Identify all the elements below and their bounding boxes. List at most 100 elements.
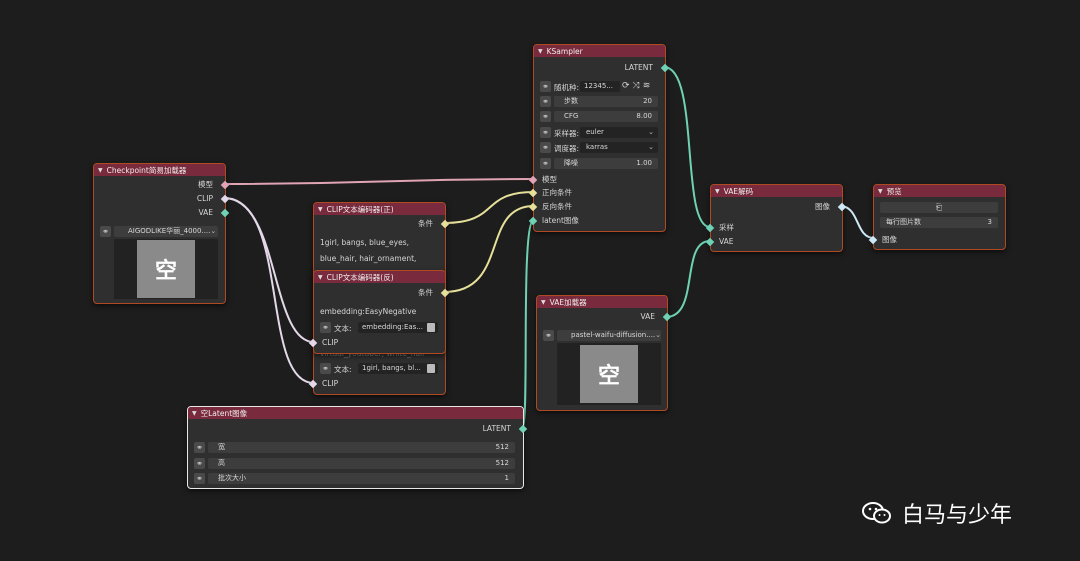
batch-size-field[interactable]: 批次大小 1 [208, 473, 515, 484]
output-conditioning-socket[interactable] [440, 219, 450, 229]
input-negative-socket[interactable] [528, 202, 538, 212]
height-field[interactable]: 高 512 [208, 458, 515, 469]
output-latent-socket[interactable] [660, 63, 670, 73]
link-icon[interactable]: ⚭ [543, 330, 554, 341]
link-icon[interactable]: ⚭ [194, 458, 205, 469]
input-samples-socket[interactable] [705, 223, 715, 233]
input-image-label: 图像 [882, 235, 897, 244]
chevron-down-icon: ⌄ [648, 128, 654, 136]
sampler-value: euler [586, 128, 604, 136]
collapse-chevron-icon[interactable]: ▼ [318, 206, 323, 213]
output-vae-socket[interactable] [220, 208, 230, 218]
checkpoint-loader-node[interactable]: ▼ Checkpoint简易加载器 模型 CLIP VAE ⚭ AIGODLIKE… [93, 163, 230, 304]
node-editor-canvas[interactable]: ▼ Checkpoint简易加载器 模型 CLIP VAE ⚭ AIGODLIKE… [0, 0, 1080, 561]
link-icon[interactable]: ⚭ [540, 142, 551, 153]
scheduler-select[interactable]: karras ⌄ [580, 142, 658, 153]
denoise-label: 降噪 [564, 159, 578, 167]
image-preview: 空 [557, 343, 661, 405]
width-field[interactable]: 宽 512 [208, 442, 515, 453]
link-icon[interactable]: ⚭ [194, 442, 205, 453]
document-icon[interactable] [427, 323, 435, 332]
batch-size-value: 1 [504, 474, 509, 482]
sampler-select[interactable]: euler ⌄ [580, 127, 658, 138]
images-per-row-field[interactable]: 每行图片数 3 [880, 217, 998, 228]
output-model-label: 模型 [198, 180, 213, 189]
vae-loader-node[interactable]: ▼ VAE加载器 VAE ⚭ pastel-waifu-diffusion....… [536, 295, 672, 411]
vae-decode-node[interactable]: ▼ VAE解码 图像 采样 VAE [705, 184, 847, 252]
node-header[interactable]: ▼ 空Latent图像 [188, 407, 523, 419]
input-positive-label: 正向条件 [542, 188, 572, 197]
empty-latent-node[interactable]: ▼ 空Latent图像 LATENT ⚭ 宽 512 ⚭ 高 512 ⚭ 批次大小 1 [187, 406, 528, 489]
input-clip-socket[interactable] [308, 379, 318, 389]
collapse-chevron-icon[interactable]: ▼ [878, 188, 883, 195]
output-vae-label: VAE [198, 208, 213, 217]
wire-model [223, 178, 535, 185]
ckpt-select[interactable]: AIGODLIKE华丽_4000.... ⌄ [114, 226, 218, 237]
output-latent-socket[interactable] [518, 424, 528, 434]
input-latent-label: latent图像 [542, 216, 579, 225]
input-vae-label: VAE [719, 237, 734, 246]
node-header[interactable]: ▼ Checkpoint简易加载器 [94, 164, 225, 176]
link-icon[interactable]: ⚭ [100, 226, 111, 237]
node-header[interactable]: ▼ CLIP文本编码器(正) [314, 203, 445, 215]
chevron-down-icon: ⌄ [210, 227, 217, 235]
input-latent-socket[interactable] [528, 216, 538, 226]
node-header[interactable]: ▼ 预览 [874, 185, 1005, 197]
output-latent-label: LATENT [482, 424, 511, 433]
link-icon[interactable]: ⚭ [194, 473, 205, 484]
link-icon[interactable]: ⚭ [540, 158, 551, 169]
input-positive-socket[interactable] [528, 188, 538, 198]
link-icon[interactable]: ⚭ [320, 322, 331, 333]
preview-node[interactable]: ▼ 预览 ⎗ 每行图片数 3 图像 [868, 184, 1006, 250]
seed-action-icons[interactable]: ⟳ ⤨ ≋ [622, 81, 650, 91]
clip-text-encode-negative-node[interactable]: ▼ CLIP文本编码器(反) 条件 embedding:EasyNegative … [308, 270, 450, 354]
link-icon[interactable]: ⚭ [540, 81, 551, 92]
input-vae-socket[interactable] [705, 237, 715, 247]
collapse-chevron-icon[interactable]: ▼ [98, 167, 103, 174]
shuffle-icon[interactable]: ⤨ [633, 81, 640, 91]
collapse-chevron-icon[interactable]: ▼ [538, 48, 543, 55]
steps-field[interactable]: 步数 20 [554, 96, 658, 107]
output-model-socket[interactable] [220, 180, 230, 190]
collapse-chevron-icon[interactable]: ▼ [192, 410, 197, 417]
seed-input[interactable]: 12345... [580, 81, 620, 92]
input-model-socket[interactable] [528, 175, 538, 185]
chevron-down-icon: ⌄ [655, 331, 661, 339]
cfg-field[interactable]: CFG 8.00 [554, 111, 658, 122]
watermark: 白马与少年 [862, 497, 1012, 529]
vae-value: pastel-waifu-diffusion.... [571, 331, 656, 339]
steps-label: 步数 [564, 97, 578, 105]
output-clip-socket[interactable] [220, 194, 230, 204]
input-clip-label: CLIP [322, 379, 339, 388]
link-icon[interactable]: ⚭ [320, 363, 331, 374]
input-image-socket[interactable] [868, 235, 878, 245]
text-input[interactable]: 1girl, bangs, bl... [358, 363, 438, 374]
text-input[interactable]: embedding:Eas... [358, 322, 438, 333]
collapse-chevron-icon[interactable]: ▼ [541, 299, 546, 306]
denoise-field[interactable]: 降噪 1.00 [554, 158, 658, 169]
watermark-text: 白马与少年 [902, 503, 1013, 528]
output-image-socket[interactable] [837, 202, 847, 212]
open-image-button[interactable]: ⎗ [880, 202, 998, 213]
collapse-chevron-icon[interactable]: ▼ [715, 188, 720, 195]
node-header[interactable]: ▼ KSampler [534, 45, 665, 57]
output-image-label: 图像 [815, 202, 830, 211]
random-icon[interactable]: ≋ [643, 81, 651, 91]
link-icon[interactable]: ⚭ [540, 127, 551, 138]
vae-select[interactable]: pastel-waifu-diffusion.... ⌄ [557, 330, 661, 341]
input-clip-socket[interactable] [308, 338, 318, 348]
output-vae-socket[interactable] [662, 312, 672, 322]
node-header[interactable]: ▼ VAE解码 [711, 185, 842, 197]
refresh-icon[interactable]: ⟳ [622, 81, 630, 91]
node-header[interactable]: ▼ VAE加载器 [537, 296, 667, 308]
collapse-chevron-icon[interactable]: ▼ [318, 274, 323, 281]
output-conditioning-socket[interactable] [440, 288, 450, 298]
ckpt-value: AIGODLIKE华丽_4000.... [128, 227, 211, 235]
link-icon[interactable]: ⚭ [540, 96, 551, 107]
input-negative-label: 反向条件 [542, 202, 572, 211]
node-header[interactable]: ▼ CLIP文本编码器(反) [314, 271, 445, 283]
ksampler-node[interactable]: ▼ KSampler LATENT ⚭ 随机种: 12345... ⟳ ⤨ ≋ ⚭ 步… [528, 44, 670, 232]
empty-placeholder: 空 [580, 345, 638, 403]
link-icon[interactable]: ⚭ [540, 111, 551, 122]
document-icon[interactable] [427, 364, 435, 373]
